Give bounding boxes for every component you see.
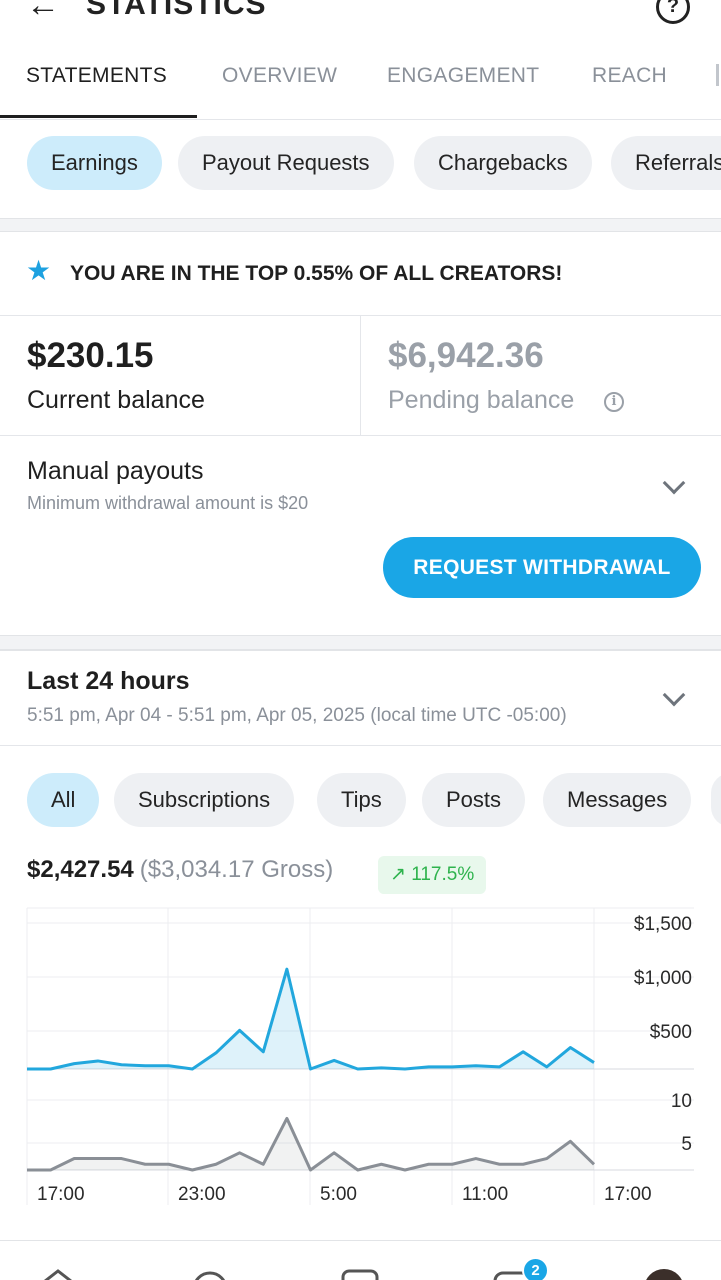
chip-payout-requests[interactable]: Payout Requests — [178, 136, 394, 190]
chip-all[interactable]: All — [27, 773, 100, 827]
banner-text: YOU ARE IN THE TOP 0.55% OF ALL CREATORS… — [70, 262, 563, 285]
arrow-left-icon[interactable]: ← — [26, 0, 60, 25]
info-icon[interactable]: i — [604, 392, 624, 412]
chevron-down-icon[interactable] — [662, 471, 686, 495]
section-divider — [0, 635, 721, 650]
statement-filters: Earnings Payout Requests Chargebacks Ref… — [0, 136, 721, 192]
tab-overview[interactable]: OVERVIEW — [222, 64, 337, 88]
growth-badge: ↗ 117.5% — [378, 856, 487, 894]
current-balance-label: Current balance — [27, 386, 205, 414]
tab-overflow-edge — [716, 64, 719, 86]
payouts-title: Manual payouts — [27, 457, 204, 485]
chip-chargebacks[interactable]: Chargebacks — [414, 136, 592, 190]
balances: $230.15 Current balance $6,942.36 Pendin… — [0, 316, 721, 436]
manual-payouts: Manual payouts Minimum withdrawal amount… — [0, 437, 721, 635]
search-icon[interactable] — [190, 1267, 230, 1280]
pending-balance-amount: $6,942.36 — [388, 336, 544, 375]
chip-subscriptions[interactable]: Subscriptions — [114, 773, 295, 827]
tab-engagement[interactable]: ENGAGEMENT — [387, 64, 539, 88]
chip-tips[interactable]: Tips — [317, 773, 406, 827]
chip-posts[interactable]: Posts — [422, 773, 526, 827]
chip-overflow[interactable] — [711, 773, 721, 827]
help-icon[interactable]: ? — [656, 0, 690, 24]
period-title: Last 24 hours — [27, 667, 190, 695]
period-range: 5:51 pm, Apr 04 - 5:51 pm, Apr 05, 2025 … — [27, 705, 567, 726]
chip-earnings[interactable]: Earnings — [27, 136, 162, 190]
y-tick-label: $1,500 — [634, 914, 692, 935]
y-tick-label: $500 — [650, 1022, 692, 1043]
x-tick-label: 17:00 — [37, 1184, 85, 1205]
chevron-down-icon[interactable] — [662, 683, 686, 707]
y-tick-label: 10 — [671, 1091, 692, 1112]
section-divider — [0, 218, 721, 232]
trend-up-icon: ↗ — [390, 864, 406, 885]
bottom-nav: 2 — [0, 1240, 721, 1280]
page-title: STATISTICS — [86, 0, 267, 21]
period-selector[interactable]: Last 24 hours 5:51 pm, Apr 04 - 5:51 pm,… — [0, 650, 721, 746]
top-bar: ← STATISTICS ? — [0, 0, 721, 30]
x-tick-label: 23:00 — [178, 1184, 226, 1205]
pending-balance-label: Pending balance — [388, 386, 575, 414]
tab-reach[interactable]: REACH — [592, 64, 667, 88]
statistics-tabs: STATEMENTS OVERVIEW ENGAGEMENT REACH — [0, 42, 721, 120]
balance-divider — [360, 316, 361, 436]
earnings-summary: $2,427.54 ($3,034.17 Gross) — [27, 856, 333, 896]
chip-messages[interactable]: Messages — [543, 773, 692, 827]
gross-earnings: ($3,034.17 Gross) — [139, 856, 334, 883]
payouts-subtitle: Minimum withdrawal amount is $20 — [27, 493, 309, 513]
y-tick-label: $1,000 — [634, 968, 692, 989]
net-earnings: $2,427.54 — [27, 856, 134, 883]
messages-badge: 2 — [522, 1257, 549, 1280]
active-tab-indicator — [0, 115, 197, 118]
current-balance-amount: $230.15 — [27, 336, 154, 375]
top-creator-banner: ★ YOU ARE IN THE TOP 0.55% OF ALL CREATO… — [0, 232, 721, 316]
x-tick-label: 11:00 — [462, 1184, 508, 1205]
request-withdrawal-button[interactable]: REQUEST WITHDRAWAL — [383, 537, 701, 598]
earnings-chart: $1,500 $1,000 $500 10 5 17:00 23:00 5:00 11:00 17… — [26, 907, 694, 1205]
chip-referrals[interactable]: Referrals — [611, 136, 721, 190]
growth-value: 117.5% — [411, 864, 475, 885]
x-tick-label: 5:00 — [320, 1184, 357, 1205]
y-tick-label: 5 — [681, 1134, 692, 1155]
star-icon: ★ — [26, 255, 52, 286]
x-tick-label: 17:00 — [604, 1184, 652, 1205]
tab-statements[interactable]: STATEMENTS — [26, 64, 167, 88]
add-post-icon[interactable] — [340, 1267, 380, 1280]
earning-categories: All Subscriptions Tips Posts Messages — [0, 773, 721, 829]
avatar[interactable] — [644, 1269, 684, 1280]
home-icon[interactable] — [38, 1267, 78, 1280]
